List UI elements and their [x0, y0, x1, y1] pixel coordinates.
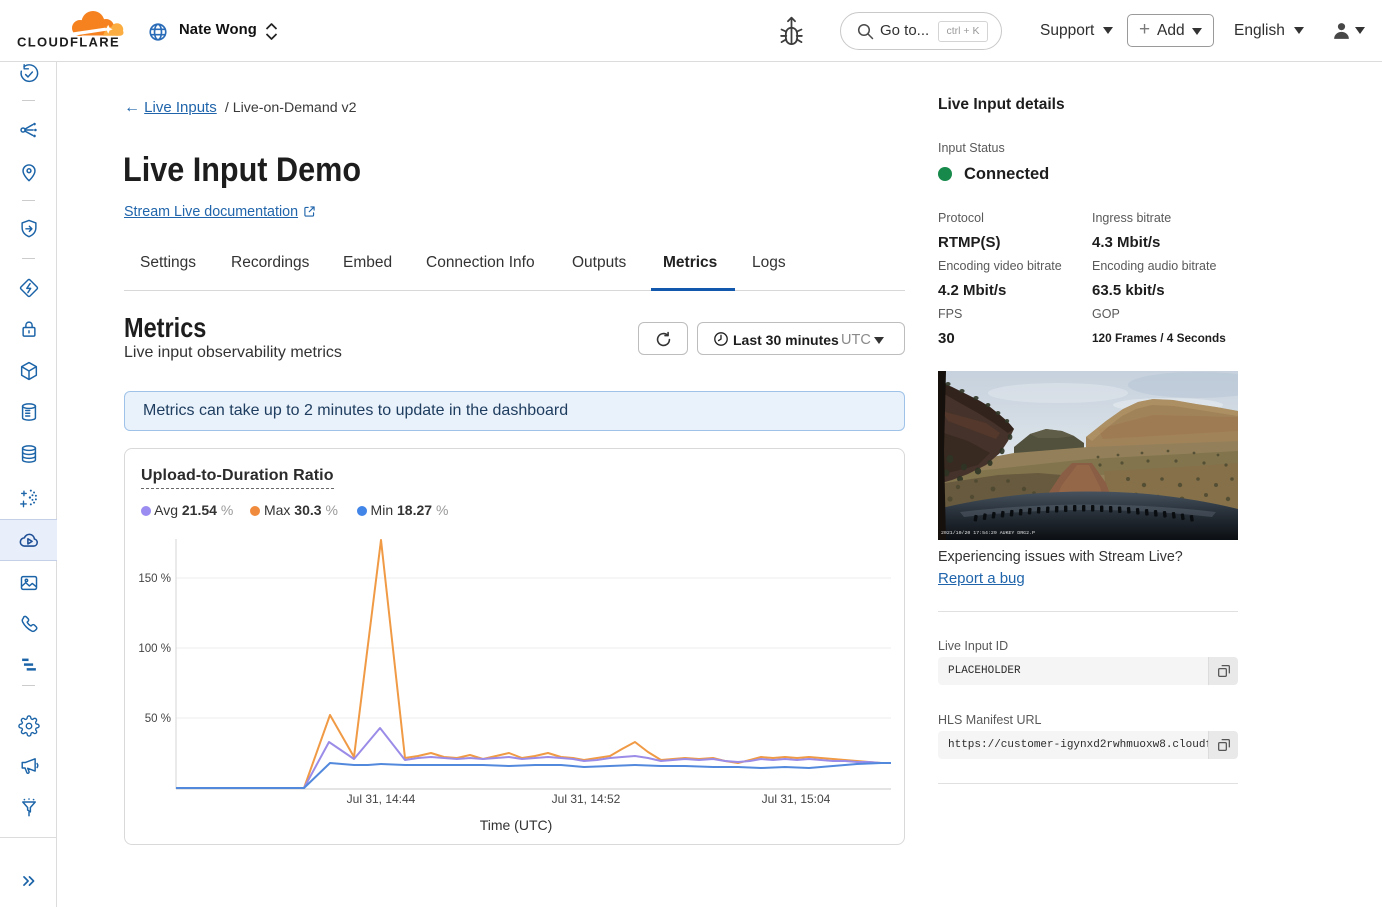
- svg-text:100 %: 100 %: [138, 643, 171, 655]
- svg-text:Jul 31, 15:04: Jul 31, 15:04: [762, 792, 831, 806]
- svg-text:CLOUDFLARE: CLOUDFLARE: [17, 35, 120, 49]
- svg-text:Jul 31, 14:52: Jul 31, 14:52: [552, 792, 621, 806]
- svg-text:50 %: 50 %: [145, 713, 171, 725]
- svg-text:2021/10/20 17:54:29 AUKEY DRG2: 2021/10/20 17:54:29 AUKEY DRG2.P: [941, 530, 1035, 536]
- svg-text:Time (UTC): Time (UTC): [480, 817, 553, 833]
- svg-text:Jul 31, 14:44: Jul 31, 14:44: [347, 792, 416, 806]
- svg-text:150 %: 150 %: [138, 573, 171, 585]
